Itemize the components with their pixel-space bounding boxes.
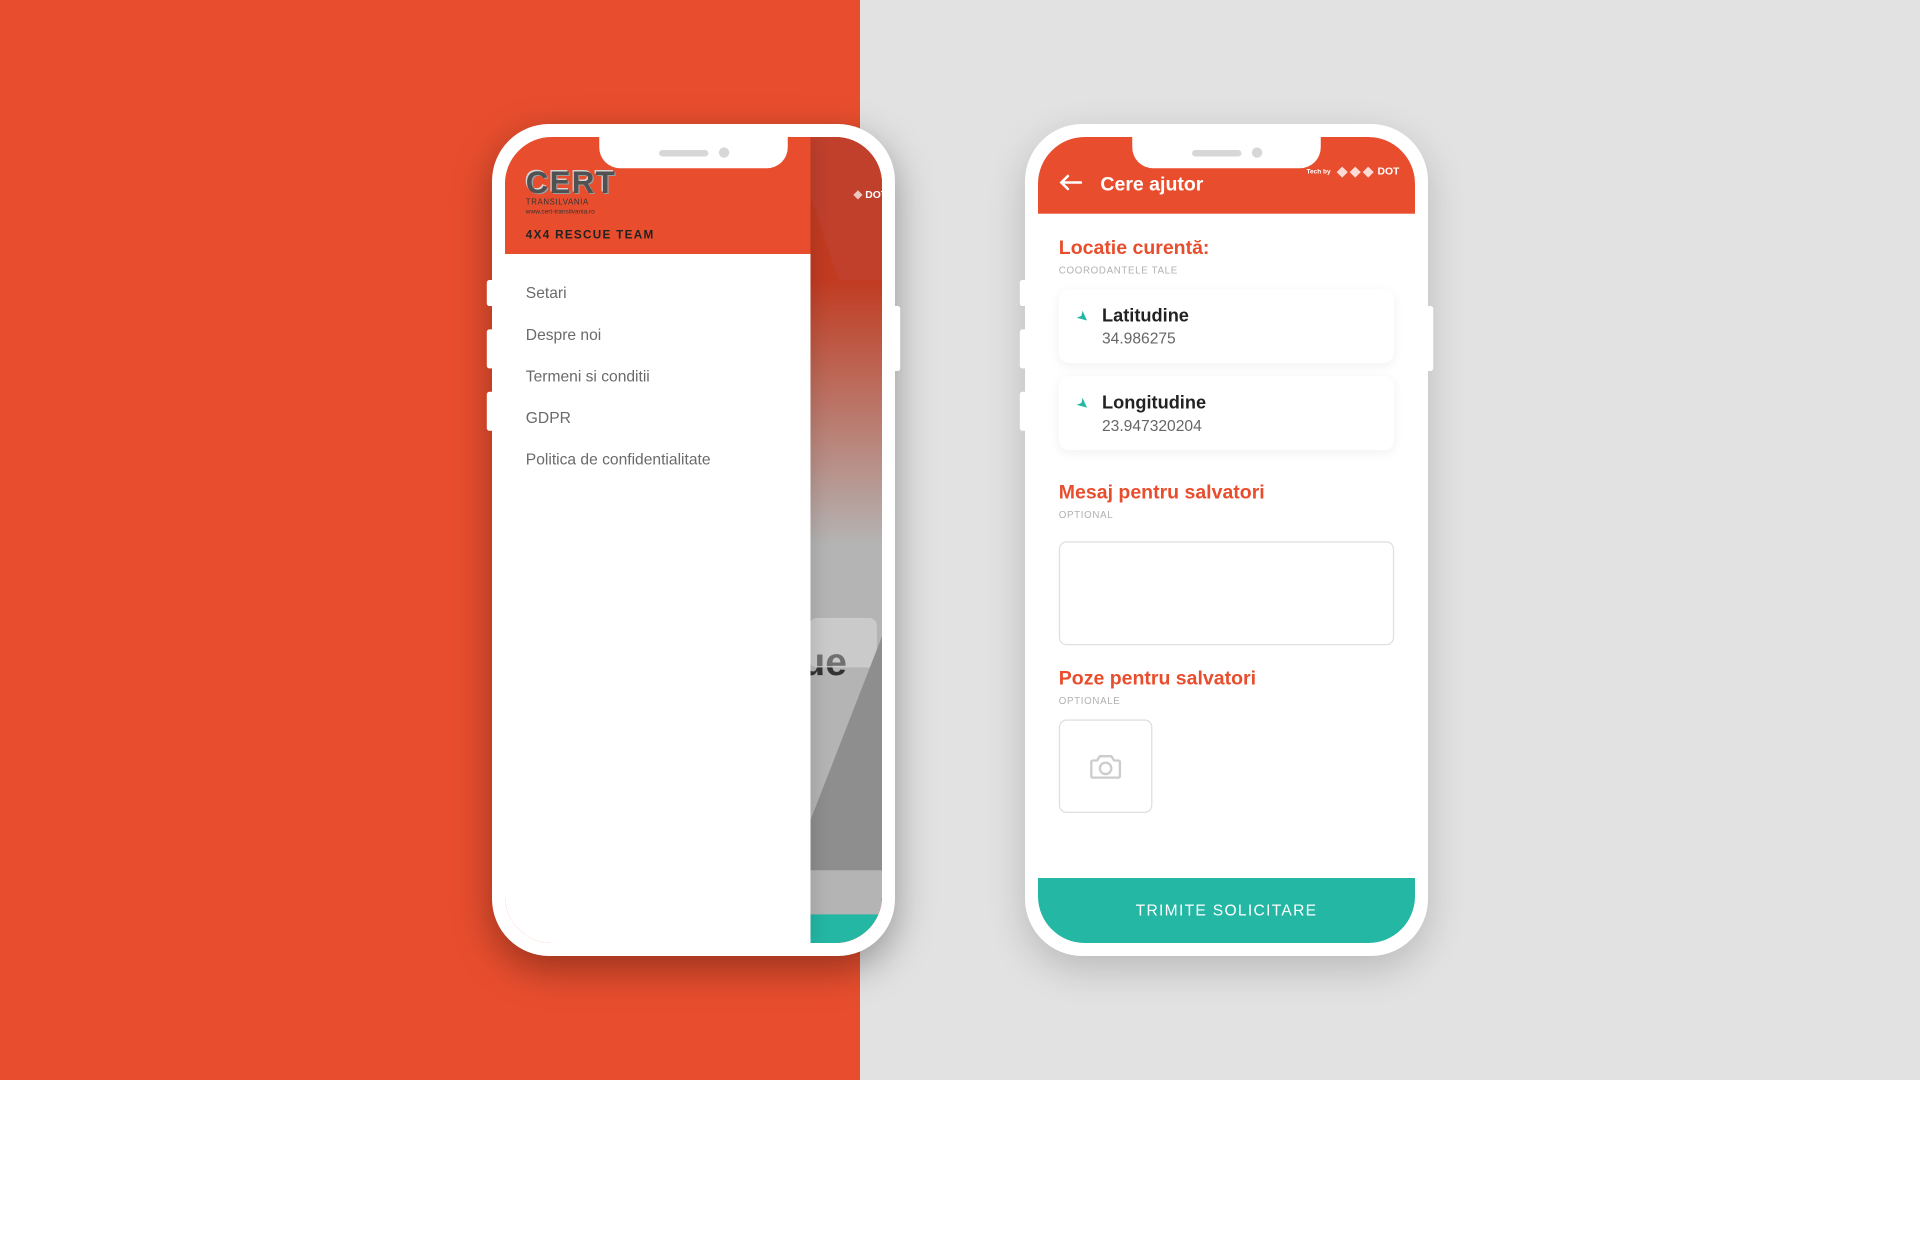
menu-item-settings[interactable]: Setari xyxy=(526,272,790,314)
submit-button[interactable]: TRIMITE SOLICITARE xyxy=(1038,878,1415,943)
menu-item-about[interactable]: Despre noi xyxy=(526,314,790,356)
camera-icon xyxy=(1087,752,1123,781)
longitude-card[interactable]: ➤ Longitudine 23.947320204 xyxy=(1059,376,1394,450)
phone-notch xyxy=(1132,137,1321,168)
message-section-title: Mesaj pentru salvatori xyxy=(1059,482,1394,504)
phone-notch xyxy=(599,137,788,168)
photos-section-subtitle: OPTIONALE xyxy=(1059,695,1394,707)
back-arrow-icon[interactable] xyxy=(1059,171,1082,198)
latitude-label: Latitudine xyxy=(1102,305,1189,326)
location-section-subtitle: COORODANTELE TALE xyxy=(1059,264,1394,276)
location-arrow-icon: ➤ xyxy=(1073,394,1093,415)
message-textarea[interactable] xyxy=(1059,541,1394,645)
side-drawer: CERT TRANSILVANIA www.cert-transilvania.… xyxy=(505,137,811,943)
latitude-card[interactable]: ➤ Latitudine 34.986275 xyxy=(1059,289,1394,363)
menu-item-privacy[interactable]: Politica de confidentialitate xyxy=(526,439,790,481)
longitude-value: 23.947320204 xyxy=(1102,417,1206,435)
latitude-value: 34.986275 xyxy=(1102,329,1189,347)
phone-form-mockup: Cere ajutor Tech by DOT Locatie curentă:… xyxy=(1025,124,1428,956)
cert-logo: CERT xyxy=(526,166,790,202)
rescue-team-tagline: 4X4 RESCUE TEAM xyxy=(526,228,790,241)
menu-item-gdpr[interactable]: GDPR xyxy=(526,397,790,439)
dot-brand-logo: Tech by DOT xyxy=(1307,166,1400,178)
phone-menu-mockup: DOT ue CERT TRANSILVANIA www.cert-transi… xyxy=(492,124,895,956)
longitude-label: Longitudine xyxy=(1102,392,1206,413)
location-arrow-icon: ➤ xyxy=(1073,307,1093,328)
menu-item-terms[interactable]: Termeni si conditii xyxy=(526,355,790,397)
photos-section-title: Poze pentru salvatori xyxy=(1059,667,1394,689)
message-section-subtitle: OPTIONAL xyxy=(1059,509,1394,521)
location-section-title: Locatie curentă: xyxy=(1059,237,1394,259)
cert-logo-url: www.cert-transilvania.ro xyxy=(526,209,790,217)
dot-brand-partial: DOT xyxy=(855,189,882,201)
add-photo-button[interactable] xyxy=(1059,719,1153,813)
page-title: Cere ajutor xyxy=(1100,173,1203,195)
drawer-menu: Setari Despre noi Termeni si conditii GD… xyxy=(505,254,811,498)
